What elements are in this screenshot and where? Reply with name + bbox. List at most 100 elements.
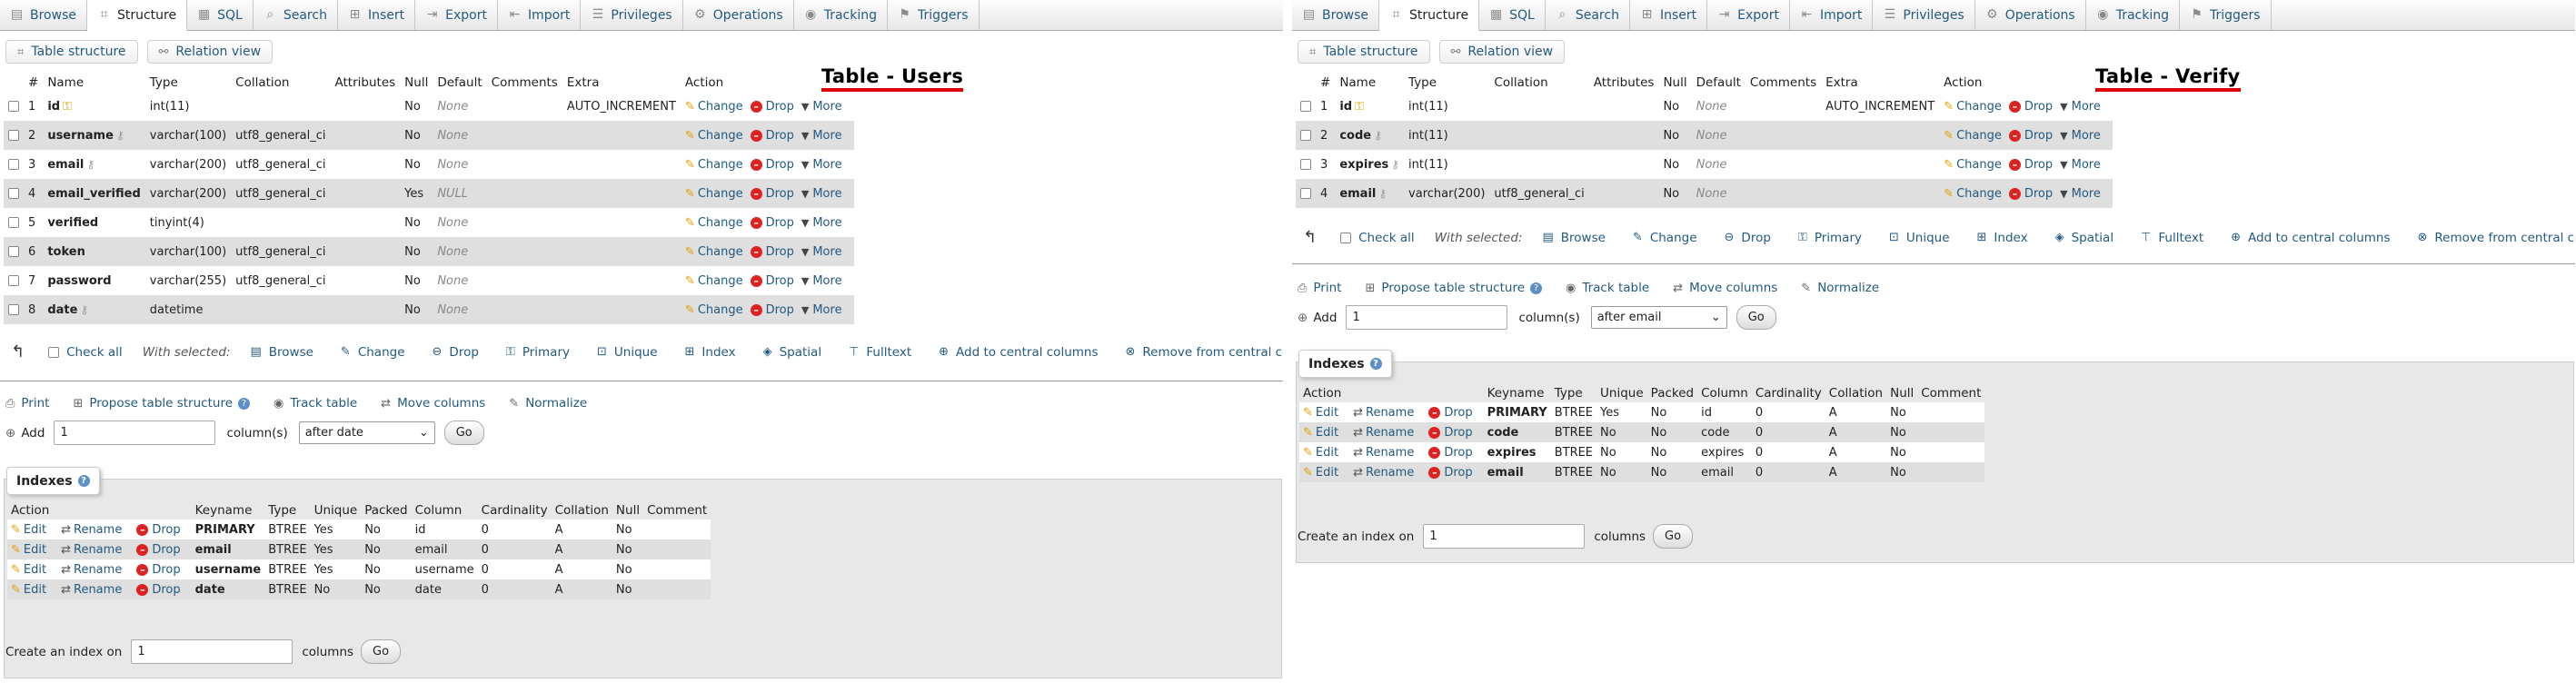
index-rename-action[interactable]: ⇄ Rename	[61, 523, 122, 537]
print-link[interactable]: ⎙ Print	[1298, 281, 1341, 295]
change-action[interactable]: ✎ Change	[1944, 100, 2002, 114]
row-checkbox[interactable]	[1300, 188, 1311, 199]
more-action[interactable]: ▼ More	[801, 187, 842, 201]
change-action[interactable]: ✎ Change	[1944, 187, 2002, 201]
index-rename-action[interactable]: ⇄ Rename	[61, 543, 122, 557]
bulk-primary[interactable]: ⚿ Primary	[1798, 231, 1862, 245]
drop-action[interactable]: – Drop	[750, 303, 794, 317]
drop-action[interactable]: – Drop	[750, 129, 794, 143]
tab-insert[interactable]: ⊞ Insert	[1630, 0, 1708, 30]
drop-action[interactable]: – Drop	[750, 274, 794, 288]
tab-search[interactable]: ⌕ Search	[1546, 0, 1630, 30]
create-index-go-button[interactable]: Go	[1653, 524, 1694, 549]
add-position-select[interactable]: after date ⌄	[298, 421, 435, 444]
more-action[interactable]: ▼ More	[2060, 158, 2101, 172]
index-edit-action[interactable]: ✎ Edit	[1303, 406, 1338, 420]
create-index-input[interactable]: 1	[1423, 524, 1586, 549]
propose-link[interactable]: ⊞ Propose table structure?	[1365, 281, 1542, 295]
change-action[interactable]: ✎ Change	[685, 245, 743, 259]
index-edit-action[interactable]: ✎ Edit	[11, 523, 46, 537]
bulk-fulltext[interactable]: ⊤ Fulltext	[2141, 231, 2203, 245]
drop-action[interactable]: – Drop	[750, 158, 794, 172]
index-edit-action[interactable]: ✎ Edit	[1303, 446, 1338, 460]
row-checkbox[interactable]	[8, 130, 19, 141]
more-action[interactable]: ▼ More	[801, 274, 842, 288]
tab-tracking[interactable]: ◉ Tracking	[2086, 0, 2180, 30]
index-edit-action[interactable]: ✎ Edit	[11, 583, 46, 597]
tab-export[interactable]: ⇥ Export	[415, 0, 498, 30]
change-action[interactable]: ✎ Change	[685, 100, 743, 114]
index-drop-action[interactable]: – Drop	[136, 523, 181, 537]
index-drop-action[interactable]: – Drop	[136, 563, 181, 577]
row-checkbox[interactable]	[8, 246, 19, 257]
change-action[interactable]: ✎ Change	[685, 216, 743, 230]
track-link[interactable]: ◉ Track table	[274, 396, 357, 411]
tab-operations[interactable]: ⚙ Operations	[1975, 0, 2086, 30]
print-link[interactable]: ⎙ Print	[5, 396, 49, 411]
more-action[interactable]: ▼ More	[2060, 129, 2101, 143]
more-action[interactable]: ▼ More	[801, 303, 842, 317]
tab-operations[interactable]: ⚙ Operations	[683, 0, 794, 30]
bulk-drop[interactable]: ⊖ Drop	[433, 345, 479, 360]
index-rename-action[interactable]: ⇄ Rename	[1353, 426, 1414, 440]
propose-link[interactable]: ⊞ Propose table structure?	[73, 396, 250, 411]
bulk-remove-central[interactable]: ⊗ Remove from central columns	[2418, 231, 2576, 245]
change-action[interactable]: ✎ Change	[1944, 129, 2002, 143]
change-action[interactable]: ✎ Change	[685, 187, 743, 201]
drop-action[interactable]: – Drop	[750, 100, 794, 114]
index-rename-action[interactable]: ⇄ Rename	[61, 563, 122, 577]
add-position-select[interactable]: after email ⌄	[1590, 306, 1727, 329]
table-structure-tab[interactable]: ⌗ Table structure	[1298, 40, 1430, 64]
more-action[interactable]: ▼ More	[801, 158, 842, 172]
index-rename-action[interactable]: ⇄ Rename	[1353, 446, 1414, 460]
bulk-add-central[interactable]: ⊕ Add to central columns	[2231, 231, 2390, 245]
bulk-index[interactable]: ⊞ Index	[685, 345, 736, 360]
bulk-primary[interactable]: ⚿ Primary	[506, 345, 570, 360]
bulk-fulltext[interactable]: ⊤ Fulltext	[849, 345, 911, 360]
index-drop-action[interactable]: – Drop	[1428, 406, 1473, 420]
bulk-change[interactable]: ✎ Change	[341, 345, 405, 360]
bulk-change[interactable]: ✎ Change	[1633, 231, 1697, 245]
more-action[interactable]: ▼ More	[801, 216, 842, 230]
row-checkbox[interactable]	[8, 304, 19, 315]
create-index-go-button[interactable]: Go	[361, 639, 402, 664]
index-rename-action[interactable]: ⇄ Rename	[61, 583, 122, 597]
tab-tracking[interactable]: ◉ Tracking	[794, 0, 888, 30]
normalize-link[interactable]: ✎ Normalize	[1801, 281, 1879, 295]
index-rename-action[interactable]: ⇄ Rename	[1353, 466, 1414, 480]
tab-sql[interactable]: ▦ SQL	[1479, 0, 1546, 30]
index-edit-action[interactable]: ✎ Edit	[1303, 466, 1338, 480]
normalize-link[interactable]: ✎ Normalize	[509, 396, 587, 411]
more-action[interactable]: ▼ More	[801, 100, 842, 114]
more-action[interactable]: ▼ More	[2060, 187, 2101, 201]
table-structure-tab[interactable]: ⌗ Table structure	[5, 40, 138, 64]
change-action[interactable]: ✎ Change	[685, 274, 743, 288]
bulk-spatial[interactable]: ◈ Spatial	[2055, 231, 2114, 245]
tab-structure[interactable]: ⌗ Structure	[1378, 0, 1480, 31]
add-go-button[interactable]: Go	[443, 421, 484, 445]
tab-insert[interactable]: ⊞ Insert	[338, 0, 416, 30]
index-edit-action[interactable]: ✎ Edit	[11, 543, 46, 557]
row-checkbox[interactable]	[8, 188, 19, 199]
row-checkbox[interactable]	[1300, 101, 1311, 112]
check-all[interactable]: Check all	[48, 345, 123, 360]
row-checkbox[interactable]	[8, 275, 19, 286]
row-checkbox[interactable]	[8, 217, 19, 228]
add-go-button[interactable]: Go	[1736, 305, 1776, 330]
index-drop-action[interactable]: – Drop	[136, 543, 181, 557]
tab-privileges[interactable]: ☰ Privileges	[581, 0, 683, 30]
move-link[interactable]: ⇄ Move columns	[1673, 281, 1777, 295]
bulk-unique[interactable]: ⊡ Unique	[1889, 231, 1950, 245]
more-action[interactable]: ▼ More	[801, 245, 842, 259]
row-checkbox[interactable]	[1300, 159, 1311, 170]
check-all[interactable]: Check all	[1340, 231, 1415, 245]
bulk-unique[interactable]: ⊡ Unique	[597, 345, 658, 360]
bulk-index[interactable]: ⊞ Index	[1977, 231, 2028, 245]
relation-view-tab[interactable]: ⚯ Relation view	[1438, 40, 1566, 64]
more-action[interactable]: ▼ More	[801, 129, 842, 143]
index-drop-action[interactable]: – Drop	[1428, 466, 1473, 480]
index-rename-action[interactable]: ⇄ Rename	[1353, 406, 1414, 420]
tab-browse[interactable]: ▤ Browse	[1292, 0, 1379, 30]
move-link[interactable]: ⇄ Move columns	[381, 396, 485, 411]
index-drop-action[interactable]: – Drop	[1428, 446, 1473, 460]
